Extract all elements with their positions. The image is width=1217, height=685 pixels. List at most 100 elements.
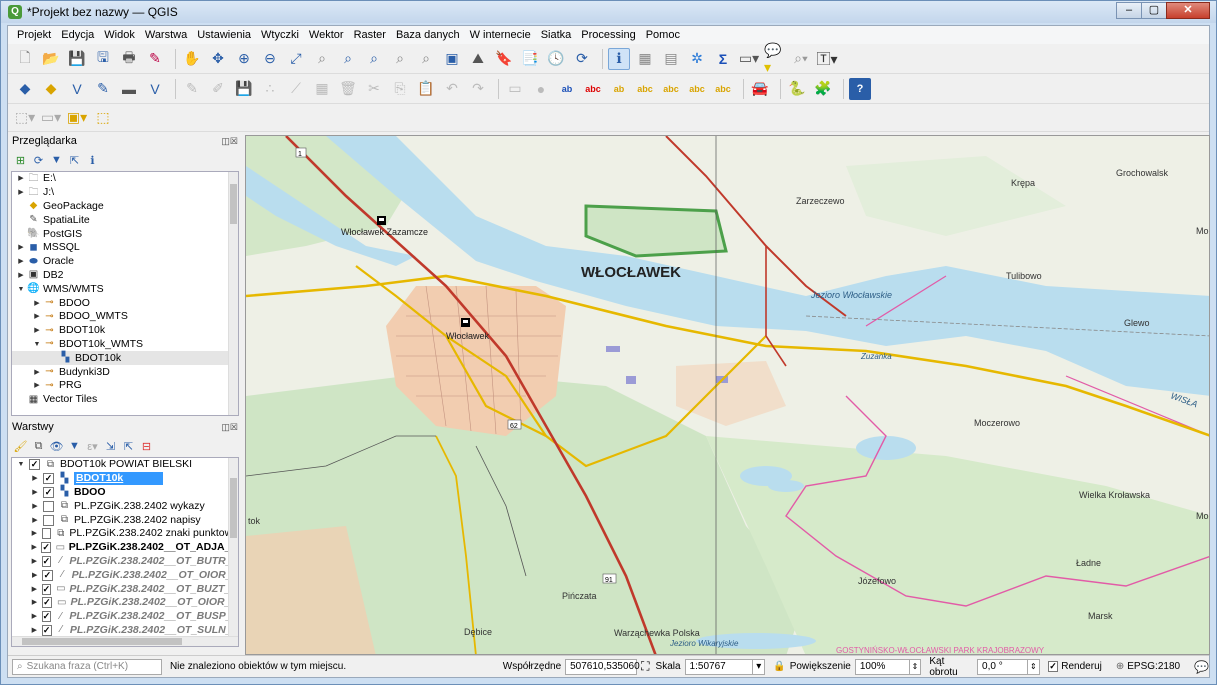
copy-features-icon[interactable]: ⎘ [389,78,411,100]
crs-label[interactable]: EPSG:2180 [1127,661,1180,672]
select-by-location-icon[interactable]: ⌕▾ [790,48,812,70]
collapse-arrow-icon[interactable]: ▼ [16,283,26,296]
temporal-controller-icon[interactable]: 🕓 [545,48,567,70]
menu-w-internecie[interactable]: W internecie [465,29,536,41]
filter-browser-icon[interactable]: ▼ [48,152,65,169]
save-project-icon[interactable]: 💾 [66,48,88,70]
browser-item[interactable]: ◆ GeoPackage [12,200,238,214]
expand-arrow-icon[interactable]: ▶ [16,269,26,282]
statistics-icon[interactable]: Σ [712,48,734,70]
expand-arrow-icon[interactable]: ▶ [30,610,39,623]
add-group-icon[interactable]: ⧉ [30,438,47,455]
layer-labeling-icon[interactable]: ab [556,78,578,100]
expand-all-icon[interactable]: ⇲ [102,438,119,455]
layer-visibility-checkbox[interactable]: ✓ [43,473,54,485]
pan-to-selection-icon[interactable]: ✥ [207,48,229,70]
new-3d-view-icon[interactable]: ⛰ [467,48,489,70]
layer-visibility-checkbox[interactable]: ✓ [41,611,52,623]
menu-pomoc[interactable]: Pomoc [641,29,685,41]
highlight-labels-icon[interactable]: abc [634,78,656,100]
expand-arrow-icon[interactable]: ▶ [30,527,39,540]
map-canvas[interactable]: WŁOCŁAWEK Jezioro Włocławskie Włocławek … [245,135,1210,655]
browser-item[interactable]: ▚ BDOT10k [12,351,238,366]
layer-visibility-checkbox[interactable]: ✓ [41,624,52,636]
layer-visibility-checkbox[interactable] [41,528,52,540]
add-point-icon[interactable]: ∴ [259,78,281,100]
refresh-icon[interactable]: ⟳ [571,48,593,70]
zoom-in-icon[interactable]: ⊕ [233,48,255,70]
menu-projekt[interactable]: Projekt [12,29,56,41]
expand-arrow-icon[interactable]: ▶ [32,297,42,310]
expand-arrow-icon[interactable]: ▶ [32,324,42,337]
menu-warstwa[interactable]: Warstwa [140,29,192,41]
zoom-next-icon[interactable]: ⌕ [415,48,437,70]
layer-item[interactable]: ▶ ✓ ⁄ PL.PZGiK.238.2402__OT_BUTR_L [12,555,238,569]
expand-arrow-icon[interactable]: ▶ [30,624,39,637]
menu-ustawienia[interactable]: Ustawienia [192,29,256,41]
browser-item[interactable]: ✎ SpatiaLite [12,213,238,227]
layer-visibility-checkbox[interactable]: ✓ [41,542,51,554]
style-manager-icon[interactable]: ✎ [144,48,166,70]
expand-arrow-icon[interactable]: ▶ [16,172,26,185]
undo-icon[interactable]: ↶ [441,78,463,100]
add-virtual-layer-icon[interactable]: V [144,78,166,100]
browser-item[interactable]: ▶ ⊸ BDOO [12,296,238,310]
pan-icon[interactable]: ✋ [181,48,203,70]
refresh-browser-icon[interactable]: ⟳ [30,152,47,169]
select-by-value-icon[interactable]: ▣▾ [66,107,88,129]
delete-selected-icon[interactable]: 🗑 [337,78,359,100]
expand-arrow-icon[interactable]: ▶ [30,472,40,485]
label-toolbar-icon[interactable]: ▭ [504,78,526,100]
expand-arrow-icon[interactable]: ▶ [30,514,40,527]
layer-visibility-checkbox[interactable]: ✓ [42,569,53,581]
browser-item[interactable]: ▶ 🗀 E:\ [12,172,238,186]
zoom-full-icon[interactable]: ⤢ [285,48,307,70]
cut-features-icon[interactable]: ✂ [363,78,385,100]
menu-edycja[interactable]: Edycja [56,29,99,41]
toggle-editing-icon[interactable]: ✐ [207,78,229,100]
layer-item[interactable]: ▶ ✓ ▚ BDOO [12,486,238,500]
menu-processing[interactable]: Processing [576,29,640,41]
modify-attributes-icon[interactable]: ▦ [311,78,333,100]
browser-item[interactable]: ▶ ▣ DB2 [12,269,238,283]
panel-float-close-icon[interactable]: ◫☒ [221,422,238,433]
collapse-all-icon[interactable]: ⇱ [66,152,83,169]
help-icon[interactable]: ? [849,77,871,100]
bookmark-icon[interactable]: 🔖 [493,48,515,70]
remove-layer-icon[interactable]: ⊟ [138,438,155,455]
browser-item[interactable]: 🐘 PostGIS [12,227,238,241]
layer-visibility-checkbox[interactable]: ✓ [41,555,52,567]
label-rule-icon[interactable]: abc [582,78,604,100]
add-vector-layer-icon[interactable]: V [66,78,88,100]
expand-arrow-icon[interactable]: ▶ [30,596,39,609]
add-raster-icon[interactable]: ▬ [118,78,140,100]
panel-float-close-icon[interactable]: ◫☒ [221,136,238,147]
zoom-layer-icon[interactable]: ⌕ [337,48,359,70]
collapse-arrow-icon[interactable]: ▼ [32,338,42,351]
zoom-out-icon[interactable]: ⊖ [259,48,281,70]
collapse-arrow-icon[interactable]: ▼ [16,458,26,471]
zoom-native-icon[interactable]: ⌕ [363,48,385,70]
vertex-tool-icon[interactable]: ⟋ [285,78,307,100]
save-edits-icon[interactable]: 💾 [233,78,255,100]
layer-item[interactable]: ▶ ⧉ PL.PZGiK.238.2402 wykazy [12,499,238,513]
layer-item[interactable]: ▶ ✓ ▭ PL.PZGiK.238.2402__OT_BUZT_A [12,582,238,596]
layer-visibility-checkbox[interactable]: ✓ [41,583,52,595]
open-project-icon[interactable]: 📂 [40,48,62,70]
scale-combo[interactable]: 1:50767 ▾ [684,658,766,675]
move-label-icon[interactable]: abc [660,78,682,100]
menu-wtyczki[interactable]: Wtyczki [256,29,304,41]
expand-arrow-icon[interactable]: ▶ [16,255,26,268]
browser-item[interactable]: ▶ ⬬ Oracle [12,255,238,269]
deselect-icon[interactable]: ▭▾ [40,107,62,129]
identify-icon[interactable]: ℹ [608,47,630,70]
rotate-label-icon[interactable]: abc [686,78,708,100]
data-source-manager-icon[interactable]: ◆ [14,78,36,100]
menu-raster[interactable]: Raster [349,29,391,41]
layer-style-icon[interactable]: 🖌 [12,438,29,455]
close-button[interactable]: ✕ [1166,2,1210,19]
menu-widok[interactable]: Widok [99,29,140,41]
layer-item[interactable]: ▶ ✓ ▭ PL.PZGiK.238.2402__OT_OIOR_A [12,596,238,610]
layers-hscrollbar[interactable] [12,636,238,646]
layer-visibility-checkbox[interactable]: ✓ [29,459,40,471]
